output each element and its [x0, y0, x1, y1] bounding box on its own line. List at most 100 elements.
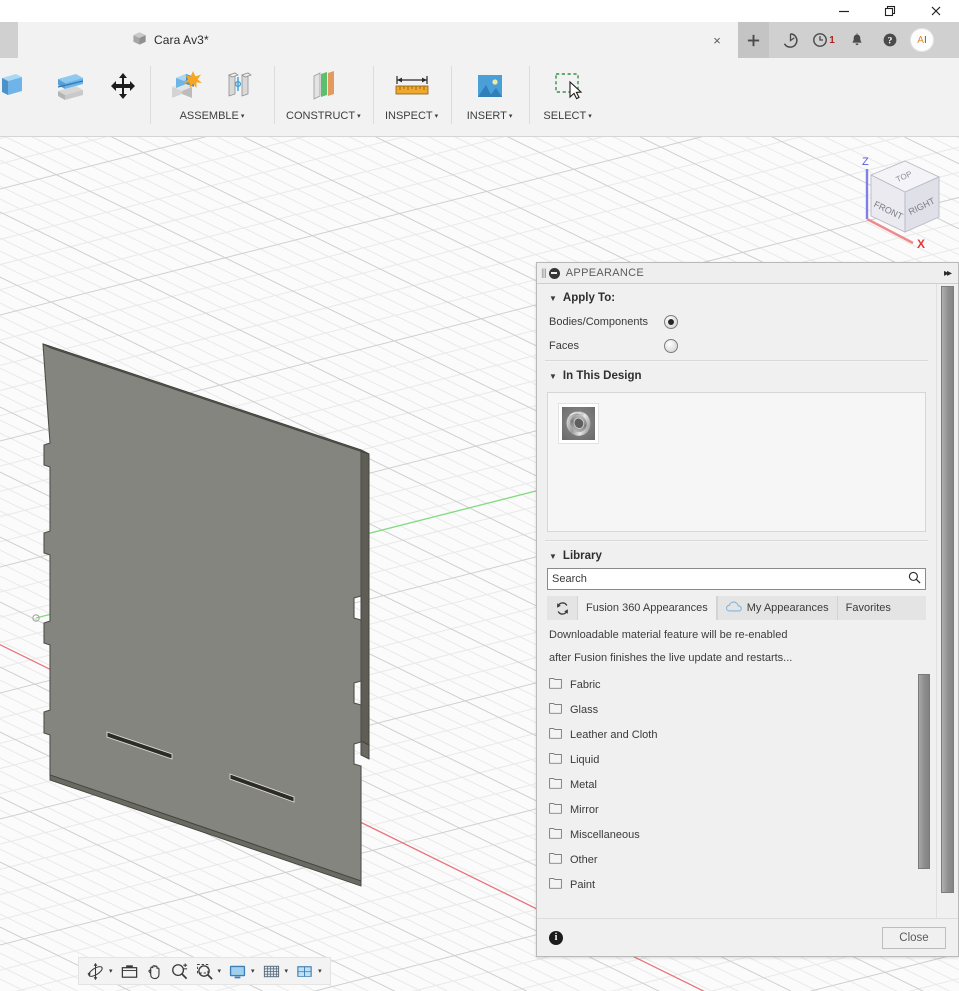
offset-plane-button[interactable]: [296, 58, 350, 108]
folder-label: Paint: [570, 879, 595, 891]
chevron-down-icon[interactable]: ▼: [549, 294, 557, 303]
folder-icon: [549, 828, 562, 842]
offset-plane-icon: [304, 64, 342, 108]
radio-row-faces[interactable]: Faces: [537, 334, 936, 358]
list-item[interactable]: Metal: [537, 772, 914, 797]
ribbon-group-insert: INSERT ▾: [451, 58, 529, 137]
list-item[interactable]: Liquid: [537, 747, 914, 772]
window-close-button[interactable]: [913, 0, 959, 22]
folder-list-scrollbar[interactable]: [914, 672, 936, 918]
chevron-down-icon[interactable]: ▾: [317, 967, 326, 975]
list-item[interactable]: Leather and Cloth: [537, 722, 914, 747]
press-pull-button[interactable]: [0, 58, 42, 132]
chevron-down-icon[interactable]: ▼: [549, 552, 557, 561]
close-icon[interactable]: ×: [710, 33, 724, 47]
library-tab-fusion-360-appearances[interactable]: Fusion 360 Appearances: [577, 596, 717, 620]
ribbon-group-modify: [0, 58, 150, 137]
help-question-icon[interactable]: ?: [873, 22, 906, 58]
ribbon-group-construct-label: CONSTRUCT: [286, 110, 355, 122]
ribbon-group-assemble-label: ASSEMBLE: [180, 110, 239, 122]
chevron-down-icon[interactable]: ▾: [357, 112, 361, 120]
close-button-label: Close: [899, 932, 928, 944]
library-tab-my-appearances[interactable]: My Appearances: [717, 596, 838, 620]
press-pull-icon: [0, 64, 32, 108]
view-cube[interactable]: Z X TOP FRONT RIGHT: [841, 147, 951, 255]
appearance-panel-scrollbar-thumb[interactable]: [941, 286, 954, 893]
search-magnifier-icon[interactable]: [908, 571, 921, 587]
chevron-down-icon[interactable]: ▾: [217, 967, 226, 975]
section-header-in-this-design[interactable]: ▼ In This Design: [537, 362, 936, 388]
sync-icon[interactable]: [774, 22, 807, 58]
appearance-dialog-header[interactable]: ||| APPEARANCE ▸▸: [537, 263, 958, 284]
list-item[interactable]: Other: [537, 847, 914, 872]
chevron-down-icon[interactable]: ▾: [588, 112, 592, 120]
joint-icon: [220, 64, 258, 108]
ribbon-group-assemble: ASSEMBLE ▾: [150, 58, 274, 137]
radio-bodies-components[interactable]: [664, 315, 678, 329]
folder-icon: [549, 803, 562, 817]
close-button[interactable]: Close: [882, 927, 946, 949]
appearance-swatch-steel[interactable]: [558, 403, 599, 444]
joint-button[interactable]: [212, 58, 266, 108]
folder-icon: [549, 878, 562, 892]
viewports-layout-icon[interactable]: [292, 958, 317, 984]
move-copy-button[interactable]: [96, 58, 150, 132]
folder-list-scrollbar-thumb[interactable]: [918, 674, 930, 869]
job-status-clock-icon[interactable]: 1: [807, 22, 840, 58]
library-search-wrapper: Search: [537, 568, 936, 590]
drag-grip-icon[interactable]: |||: [541, 268, 546, 279]
chevron-down-icon[interactable]: ▾: [108, 967, 117, 975]
offset-face-button[interactable]: [42, 58, 96, 132]
measure-button[interactable]: [385, 58, 439, 108]
select-button[interactable]: [541, 58, 595, 108]
chevron-down-icon[interactable]: ▾: [509, 112, 513, 120]
pan-hand-icon[interactable]: [142, 958, 167, 984]
chevron-down-icon[interactable]: ▼: [549, 372, 557, 381]
notifications-bell-icon[interactable]: [840, 22, 873, 58]
section-header-apply-to[interactable]: ▼ Apply To:: [537, 284, 936, 310]
in-this-design-swatch-grid[interactable]: [547, 392, 926, 532]
window-title-bar: [0, 0, 959, 22]
window-minimize-button[interactable]: [821, 0, 867, 22]
search-input[interactable]: Search: [547, 568, 926, 590]
section-header-library[interactable]: ▼ Library: [537, 542, 936, 568]
library-tab-favorites[interactable]: Favorites: [838, 596, 899, 620]
appearance-dialog[interactable]: ||| APPEARANCE ▸▸ ▼ Apply To: Bodies/Com…: [536, 262, 959, 957]
appearance-dialog-footer: i Close: [537, 918, 958, 956]
radio-row-bodies-components[interactable]: Bodies/Components: [537, 310, 936, 334]
appearance-panel-scrollbar[interactable]: [936, 284, 958, 918]
list-item[interactable]: Fabric: [537, 672, 914, 697]
grid-snaps-icon[interactable]: [259, 958, 284, 984]
display-settings-monitor-icon[interactable]: [225, 958, 250, 984]
zoom-magnifier-icon[interactable]: [167, 958, 192, 984]
fit-to-view-icon[interactable]: [192, 958, 217, 984]
info-icon[interactable]: i: [549, 931, 563, 945]
window-restore-button[interactable]: [867, 0, 913, 22]
orbit-icon[interactable]: [83, 958, 108, 984]
folder-label: Liquid: [570, 754, 599, 766]
avatar[interactable]: AI: [910, 28, 934, 52]
library-tab-label: My Appearances: [747, 602, 829, 614]
list-item[interactable]: Paint: [537, 872, 914, 897]
chevron-down-icon[interactable]: ▾: [250, 967, 259, 975]
radio-faces[interactable]: [664, 339, 678, 353]
refresh-sync-icon[interactable]: [547, 596, 577, 620]
folder-icon: [549, 728, 562, 742]
new-tab-button[interactable]: [738, 22, 769, 58]
folder-label: Miscellaneous: [570, 829, 640, 841]
expand-right-double-arrow-icon[interactable]: ▸▸: [944, 268, 954, 279]
cloud-icon: [726, 601, 742, 615]
folder-icon: [549, 853, 562, 867]
new-component-button[interactable]: [158, 58, 212, 108]
list-item[interactable]: Miscellaneous: [537, 822, 914, 847]
list-item[interactable]: Mirror: [537, 797, 914, 822]
document-tab-cara-av3[interactable]: Cara Av3* ×: [18, 22, 738, 58]
look-at-icon[interactable]: [117, 958, 142, 984]
ribbon-toolbar: ASSEMBLE ▾ CONSTRUCT ▾: [0, 58, 959, 137]
chevron-down-icon[interactable]: ▾: [284, 967, 293, 975]
chevron-down-icon[interactable]: ▾: [241, 112, 245, 120]
chevron-down-icon[interactable]: ▾: [435, 112, 439, 120]
collapse-minus-icon[interactable]: [549, 268, 560, 279]
list-item[interactable]: Glass: [537, 697, 914, 722]
insert-image-button[interactable]: [463, 58, 517, 108]
